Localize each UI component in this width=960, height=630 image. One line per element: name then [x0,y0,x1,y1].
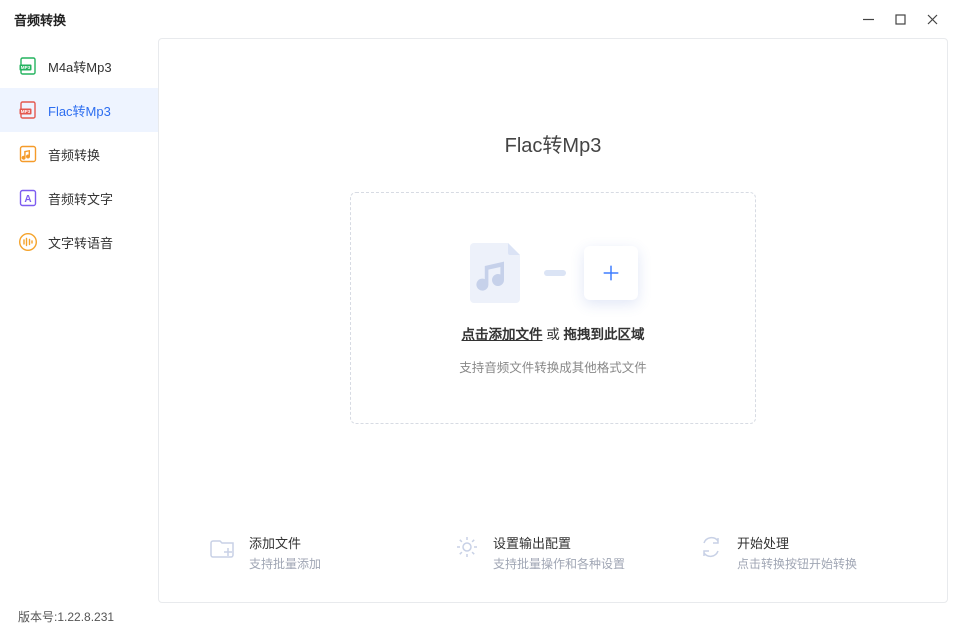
file-mp3-icon: MP3 [18,56,38,76]
step-title: 添加文件 [249,533,321,552]
sound-wave-icon [18,232,38,252]
drop-hint: 支持音频文件转换成其他格式文件 [459,357,647,376]
music-note-icon [18,144,38,164]
letter-a-icon: A [18,188,38,208]
sidebar-item-label: M4a转Mp3 [48,57,112,76]
footer: 版本号:1.22.8.231 [0,603,960,630]
svg-text:MP3: MP3 [21,65,31,70]
maximize-icon[interactable] [886,5,914,33]
sidebar-item-audio-convert[interactable]: 音频转换 [0,132,158,176]
step-subtitle: 支持批量操作和各种设置 [493,555,625,572]
drop-or: 或 [542,327,563,342]
sidebar-item-text-to-speech[interactable]: 文字转语音 [0,220,158,264]
sidebar-item-label: 音频转文字 [48,189,113,208]
step-output-settings[interactable]: 设置输出配置 支持批量操作和各种设置 [453,533,673,572]
step-title: 设置输出配置 [493,533,625,552]
step-add-files[interactable]: 添加文件 支持批量添加 [209,533,429,572]
sidebar-item-label: 音频转换 [48,145,100,164]
step-subtitle: 支持批量添加 [249,555,321,572]
drop-click-label: 点击添加文件 [461,327,542,342]
drop-text-line1: 点击添加文件 或 拖拽到此区域 [461,323,644,343]
page-title: Flac转Mp3 [159,129,947,158]
window-controls [854,5,946,33]
svg-text:MP3: MP3 [21,109,31,114]
window-title: 音频转换 [14,10,854,29]
folder-add-icon [209,533,237,561]
drop-zone[interactable]: 点击添加文件 或 拖拽到此区域 支持音频文件转换成其他格式文件 [350,192,756,424]
step-start-process[interactable]: 开始处理 点击转换按钮开始转换 [697,533,917,572]
minimize-icon[interactable] [854,5,882,33]
titlebar: 音频转换 [0,0,960,38]
close-icon[interactable] [918,5,946,33]
gear-icon [453,533,481,561]
sidebar-item-label: 文字转语音 [48,233,113,252]
file-mp3-icon: MP3 [18,100,38,120]
main-panel: Flac转Mp3 点击添加文件 或 拖拽到此区域 支持音频文件转换成其 [158,38,948,603]
plus-icon [584,246,638,300]
sidebar-item-flac-to-mp3[interactable]: MP3 Flac转Mp3 [0,88,158,132]
sidebar: MP3 M4a转Mp3 MP3 Flac转Mp3 音频转换 A 音频转文字 [0,38,158,603]
svg-text:A: A [24,194,31,205]
sidebar-item-audio-to-text[interactable]: A 音频转文字 [0,176,158,220]
step-subtitle: 点击转换按钮开始转换 [737,555,857,572]
music-file-icon [468,241,526,305]
sidebar-item-m4a-to-mp3[interactable]: MP3 M4a转Mp3 [0,44,158,88]
drop-illustration [468,241,638,305]
version-text: 版本号:1.22.8.231 [18,608,114,625]
sidebar-item-label: Flac转Mp3 [48,101,111,120]
step-title: 开始处理 [737,533,857,552]
drop-drag-label: 拖拽到此区域 [564,327,645,342]
steps-row: 添加文件 支持批量添加 设置输出配置 支持批量操作和各种设置 开始处理 [209,533,917,572]
dash-icon [544,270,566,276]
refresh-icon [697,533,725,561]
